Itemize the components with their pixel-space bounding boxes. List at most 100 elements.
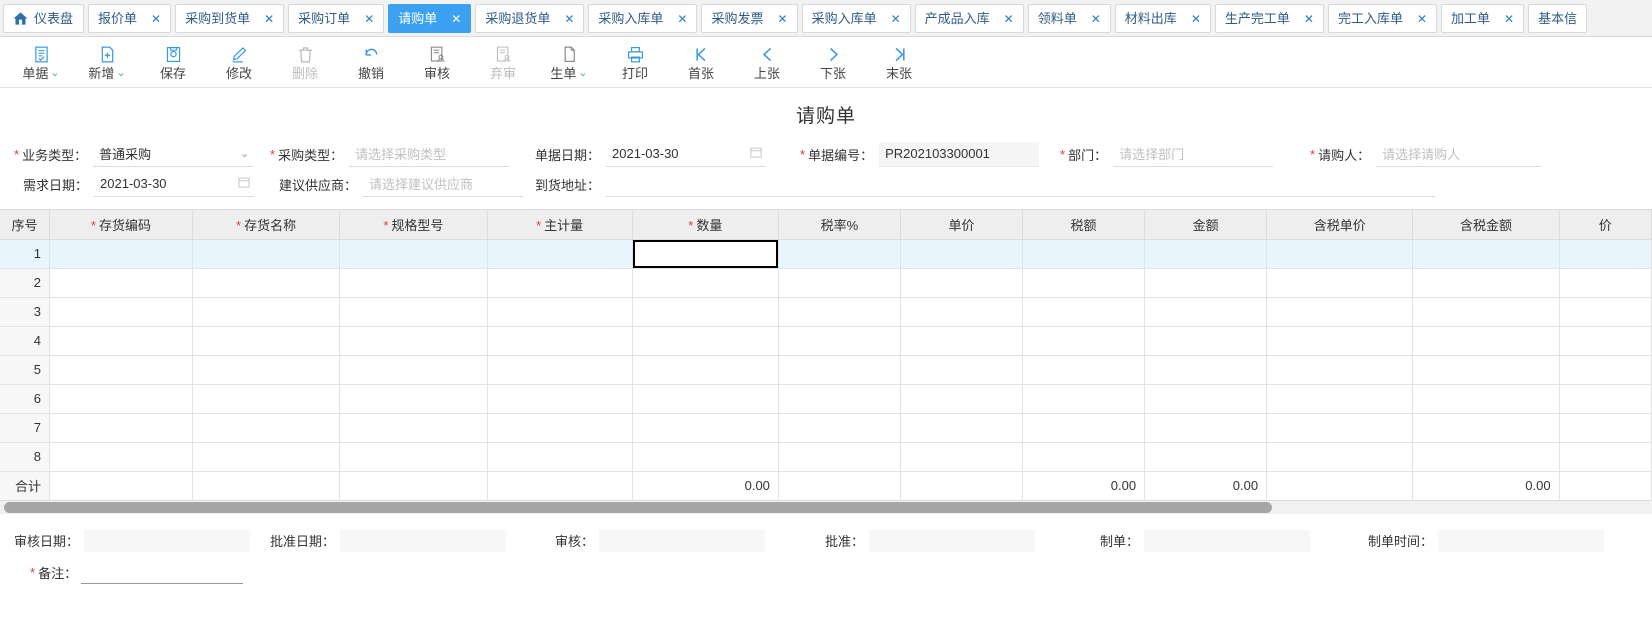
grid-cell[interactable] xyxy=(900,384,1024,414)
tab-3[interactable]: 采购订单 ✕ xyxy=(288,4,385,33)
approve-date-input[interactable] xyxy=(340,529,507,552)
department-select[interactable]: 请选择部门 xyxy=(1113,142,1274,167)
tab-12[interactable]: 生产完工单 ✕ xyxy=(1214,4,1324,33)
delivery-address-input[interactable] xyxy=(606,172,1435,197)
grid-cell[interactable] xyxy=(1412,326,1560,356)
tab-15[interactable]: 基本信 xyxy=(1528,4,1588,33)
grid-cell[interactable] xyxy=(1022,239,1146,269)
tab-close-icon[interactable]: ✕ xyxy=(364,13,374,25)
grid-cell[interactable] xyxy=(1266,355,1414,385)
grid-cell[interactable] xyxy=(1266,442,1414,472)
tab-close-icon[interactable]: ✕ xyxy=(1091,13,1101,25)
toolbar-button-13[interactable]: 末张 xyxy=(866,38,932,86)
tab-close-icon[interactable]: ✕ xyxy=(564,13,574,25)
grid-cell[interactable] xyxy=(778,384,901,414)
grid-cell[interactable] xyxy=(49,384,193,414)
maker-input[interactable] xyxy=(1144,529,1311,552)
grid-cell[interactable] xyxy=(1412,384,1560,414)
grid-cell[interactable] xyxy=(49,442,193,472)
grid-cell[interactable] xyxy=(192,239,341,269)
scrollbar-thumb[interactable] xyxy=(4,501,1272,513)
grid-cell[interactable] xyxy=(1266,297,1414,327)
grid-cell[interactable] xyxy=(900,442,1024,472)
grid-cell[interactable] xyxy=(1559,413,1652,443)
toolbar-button-8[interactable]: 生单 ⌄ xyxy=(536,38,602,86)
tab-close-icon[interactable]: ✕ xyxy=(1417,13,1427,25)
grid-cell[interactable] xyxy=(339,297,488,327)
tab-close-icon[interactable]: ✕ xyxy=(264,13,274,25)
grid-cell[interactable] xyxy=(339,268,488,298)
tab-8[interactable]: 采购入库单 ✕ xyxy=(801,4,911,33)
grid-cell[interactable] xyxy=(49,355,193,385)
grid-cell[interactable] xyxy=(1559,239,1652,269)
grid-cell[interactable] xyxy=(1559,442,1652,472)
toolbar-button-10[interactable]: 首张 xyxy=(668,38,734,86)
field-suggest-supplier[interactable]: 建议供应商 ： 请选择建议供应商 xyxy=(270,172,535,197)
suggest-supplier-select[interactable]: 请选择建议供应商 xyxy=(363,172,524,197)
grid-cell[interactable] xyxy=(487,384,633,414)
field-business-type[interactable]: * 业务类型 ： 普通采购 ⌄ xyxy=(0,142,270,167)
field-requester[interactable]: * 请购人 ： 请选择请购人 xyxy=(1310,142,1570,167)
table-row[interactable]: 2 xyxy=(0,268,1652,298)
grid-cell[interactable] xyxy=(778,355,901,385)
demand-date-input[interactable]: 2021-03-30 xyxy=(94,172,255,197)
grid-cell[interactable] xyxy=(49,326,193,356)
tab-13[interactable]: 完工入库单 ✕ xyxy=(1327,4,1438,33)
table-row[interactable]: 3 xyxy=(0,297,1652,327)
grid-cell[interactable] xyxy=(632,355,779,385)
grid-cell[interactable] xyxy=(1412,297,1560,327)
grid-cell[interactable] xyxy=(192,297,341,327)
grid-cell[interactable] xyxy=(1144,268,1268,298)
tab-close-icon[interactable]: ✕ xyxy=(891,13,901,25)
grid-cell[interactable] xyxy=(632,413,779,443)
grid-cell[interactable] xyxy=(1266,413,1414,443)
grid-cell[interactable] xyxy=(632,326,779,356)
doc-date-input[interactable]: 2021-03-30 xyxy=(606,142,767,167)
grid-cell[interactable] xyxy=(632,442,779,472)
tab-0[interactable]: 仪表盘 xyxy=(3,4,85,33)
grid-cell[interactable] xyxy=(487,355,633,385)
grid-cell[interactable] xyxy=(1144,297,1268,327)
grid-cell[interactable] xyxy=(1266,239,1414,269)
table-row[interactable]: 1 xyxy=(0,239,1652,269)
tab-close-icon[interactable]: ✕ xyxy=(1191,13,1201,25)
requester-select[interactable]: 请选择请购人 xyxy=(1376,142,1542,167)
grid-cell[interactable] xyxy=(1022,355,1146,385)
grid-cell[interactable] xyxy=(339,239,488,269)
field-make-time[interactable]: 制单时间 ： xyxy=(1368,529,1648,552)
grid-cell[interactable] xyxy=(1266,268,1414,298)
grid-cell[interactable] xyxy=(778,326,901,356)
grid-cell[interactable] xyxy=(1144,384,1268,414)
grid-cell[interactable] xyxy=(192,442,341,472)
tab-4[interactable]: 请购单 ✕ xyxy=(388,4,472,33)
grid-cell[interactable] xyxy=(192,268,341,298)
grid-cell[interactable] xyxy=(632,239,779,269)
toolbar-button-9[interactable]: 打印 xyxy=(602,38,668,86)
grid-cell[interactable] xyxy=(778,442,901,472)
tab-close-icon[interactable]: ✕ xyxy=(451,13,461,25)
field-purchase-type[interactable]: * 采购类型 ： 请选择采购类型 xyxy=(270,142,535,167)
horizontal-scrollbar[interactable] xyxy=(0,500,1652,514)
tab-6[interactable]: 采购入库单 ✕ xyxy=(588,4,698,33)
table-row[interactable]: 8 xyxy=(0,442,1652,472)
grid-cell[interactable] xyxy=(900,326,1024,356)
make-time-input[interactable] xyxy=(1438,529,1605,552)
tab-close-icon[interactable]: ✕ xyxy=(677,13,687,25)
grid-cell[interactable] xyxy=(339,413,488,443)
grid-cell[interactable] xyxy=(1144,326,1268,356)
grid-cell[interactable] xyxy=(1412,268,1560,298)
grid-cell[interactable] xyxy=(1022,326,1146,356)
grid-cell[interactable] xyxy=(1412,413,1560,443)
grid-cell[interactable] xyxy=(1559,384,1652,414)
field-delivery-address[interactable]: 到货地址 ： xyxy=(535,172,1435,197)
grid-cell[interactable] xyxy=(778,268,901,298)
grid-cell[interactable] xyxy=(1559,326,1652,356)
grid-cell[interactable] xyxy=(900,268,1024,298)
grid-cell[interactable] xyxy=(1412,239,1560,269)
grid-cell[interactable] xyxy=(49,268,193,298)
audit-date-input[interactable] xyxy=(84,529,251,552)
grid-cell[interactable] xyxy=(49,239,193,269)
tab-close-icon[interactable]: ✕ xyxy=(1004,13,1014,25)
grid-cell[interactable] xyxy=(192,355,341,385)
grid-cell[interactable] xyxy=(1022,297,1146,327)
